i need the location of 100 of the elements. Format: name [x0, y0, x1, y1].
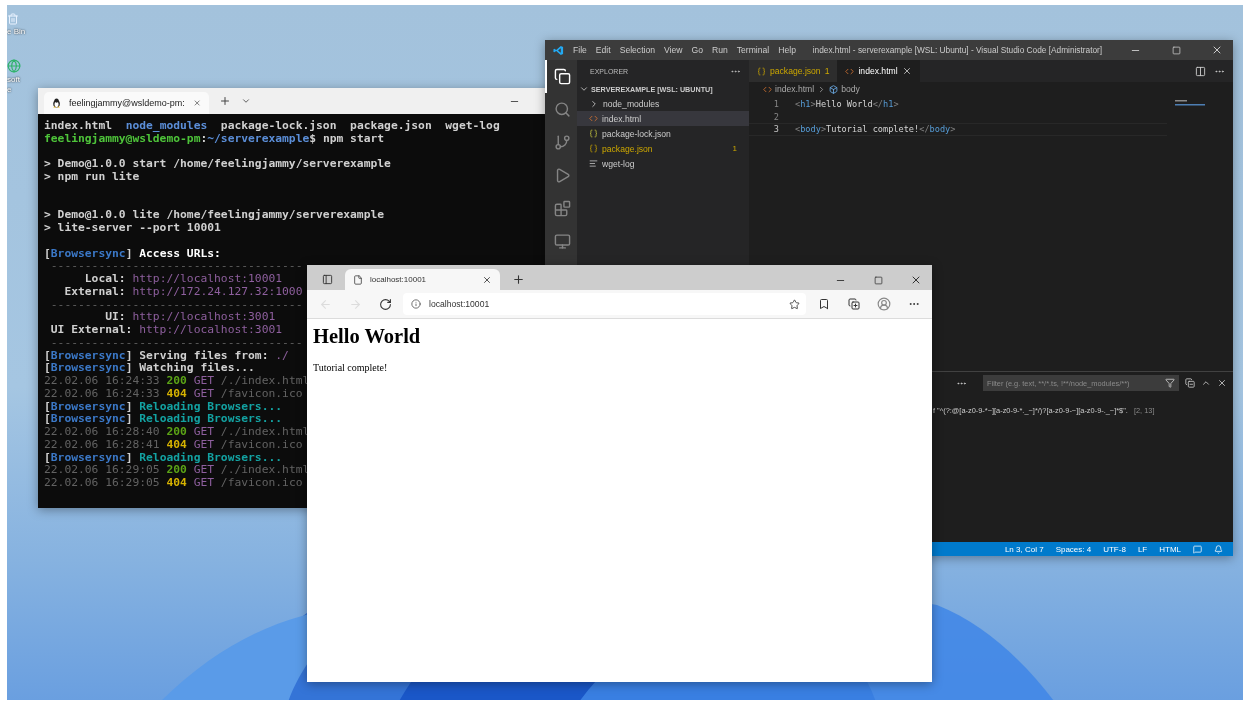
- close-icon[interactable]: [482, 274, 492, 285]
- status-item[interactable]: LF: [1137, 544, 1148, 554]
- maximize-icon: [1171, 45, 1181, 55]
- address-field[interactable]: localhost:10001: [429, 299, 781, 309]
- status-item[interactable]: HTML: [1159, 544, 1181, 554]
- chevron-down-icon: [579, 84, 589, 94]
- breadcrumb-item[interactable]: body: [841, 84, 860, 94]
- line-number: 3: [772, 124, 779, 135]
- monitor-icon: [553, 233, 571, 250]
- close-icon[interactable]: [1217, 378, 1227, 388]
- terminal-tab-title: feelingjammy@wsldemo-pm:: [69, 98, 185, 108]
- close-icon[interactable]: [901, 66, 912, 76]
- browser-tab[interactable]: localhost:10001: [345, 269, 500, 290]
- feedback-icon[interactable]: [1193, 544, 1202, 554]
- terminal-line: -------------------------------------: [49, 336, 303, 350]
- line-number: 2: [772, 111, 779, 122]
- file-tree-item[interactable]: package.json 1: [577, 141, 749, 156]
- terminal-line: External: http://172.24.127.32:1000: [63, 285, 303, 299]
- avatar-icon: [877, 297, 891, 311]
- chevron-icon: [589, 98, 599, 109]
- braces-icon: [589, 129, 598, 138]
- terminal-line: 22.02.06 16:24:33 200 GET /./index.html: [44, 375, 310, 388]
- menu-item[interactable]: View: [664, 45, 683, 55]
- terminal-line: 22.02.06 16:28:40 200 GET /./index.html: [44, 426, 310, 439]
- blocks-icon: [553, 200, 571, 217]
- search-icon: [553, 101, 571, 118]
- terminal-line: [Browsersync] Reloading Browsers...: [44, 413, 283, 426]
- terminal-tab[interactable]: feelingjammy@wsldemo-pm:: [44, 92, 209, 114]
- terminal-line: -------------------------------------: [49, 260, 303, 273]
- menu-item[interactable]: Go: [691, 45, 703, 55]
- terminal-line: [Browsersync] Watching files...: [44, 362, 255, 375]
- filter-icon[interactable]: [1165, 378, 1175, 388]
- menu-item[interactable]: Edit: [595, 45, 611, 55]
- branch-icon: [553, 134, 571, 151]
- maximize-icon: [873, 275, 883, 285]
- terminal-line: 22.02.06 16:28:41 404 GET /favicon.ico: [44, 438, 303, 452]
- info-icon[interactable]: [411, 299, 421, 309]
- terminal-line: [Browsersync] Reloading Browsers...: [44, 400, 283, 413]
- file-tree-item[interactable]: wget-log: [577, 156, 749, 171]
- terminal-line: > Demo@1.0.0 start /home/feelingjammy/serverexample: [44, 158, 391, 171]
- plus-icon: [219, 95, 231, 107]
- page-icon: [353, 274, 363, 285]
- code-icon: [589, 114, 598, 123]
- back-icon: [318, 297, 332, 311]
- split-editor-icon[interactable]: [1195, 65, 1206, 77]
- terminal-line: [Browsersync] Serving files from: ./: [44, 349, 289, 362]
- window-title: index.html - serverexample [WSL: Ubuntu] - Visual Studio Code [Administrator]: [811, 45, 1104, 55]
- code-icon: [763, 84, 772, 94]
- braces-icon: [589, 144, 598, 153]
- braces-icon: [757, 66, 766, 76]
- line-number: 1: [772, 99, 779, 110]
- terminal-line: > lite-server --port 10001: [44, 222, 221, 235]
- status-item[interactable]: UTF-8: [1103, 544, 1126, 554]
- terminal-line: -------------------------------------: [49, 298, 303, 312]
- terminal-line: Local: http://localhost:10001: [83, 273, 283, 286]
- terminal-line: index.html node_modules package-lock.json package.json wget-log: [44, 120, 500, 132]
- address-bar[interactable]: localhost:10001: [403, 293, 806, 315]
- page-text: Tutorial complete!: [313, 362, 389, 373]
- page-heading: Hello World: [313, 325, 422, 348]
- terminal-line: 22.02.06 16:29:05 404 GET /favicon.ico: [44, 477, 303, 490]
- status-item[interactable]: Ln 3, Col 7: [1004, 544, 1044, 554]
- close-icon: [1211, 44, 1223, 56]
- terminal-line: > npm run lite: [44, 171, 140, 184]
- reload-icon: [378, 297, 392, 311]
- chevron-up-icon[interactable]: [1201, 378, 1211, 388]
- chevron-down-icon: [241, 96, 251, 106]
- file-tree-item[interactable]: package-lock.json: [577, 126, 749, 141]
- terminal-line: UI External: http://localhost:3001: [49, 324, 283, 337]
- terminal-line: 22.02.06 16:29:05 200 GET /./index.html: [44, 464, 310, 477]
- editor-tab[interactable]: index.html: [837, 60, 920, 82]
- app-logo-icon: [553, 44, 564, 56]
- editor-tab[interactable]: package.json 1: [749, 60, 838, 82]
- bell-icon[interactable]: [1214, 544, 1223, 554]
- menu-item[interactable]: Terminal: [736, 45, 770, 55]
- menu-item[interactable]: Help: [778, 45, 796, 55]
- terminal-line: > Demo@1.0.0 lite /home/feelingjammy/serverexample: [44, 209, 385, 222]
- terminal-line: feelingjammy@wsldemo-pm:~/serverexample$ npm start: [44, 132, 385, 146]
- lines-icon: [589, 159, 598, 168]
- file-tree-item[interactable]: index.html: [577, 111, 749, 126]
- cube-icon: [829, 84, 839, 94]
- terminal-line: [Browsersync] Reloading Browsers...: [44, 451, 283, 465]
- collapse-all-icon[interactable]: [1185, 378, 1195, 388]
- status-item[interactable]: Spaces: 4: [1055, 544, 1092, 554]
- bookmark-icon: [818, 298, 830, 310]
- code-line: <h1>Hello World</h1>: [795, 99, 899, 110]
- menu-item[interactable]: Selection: [619, 45, 656, 55]
- plus-icon: [511, 272, 525, 286]
- star-icon[interactable]: [789, 298, 800, 310]
- menu-item[interactable]: Run: [712, 45, 728, 55]
- code-line: <body>Tutorial complete!</body>: [795, 124, 956, 135]
- tab-title: localhost:10001: [370, 275, 428, 284]
- breadcrumb-item[interactable]: index.html: [775, 84, 815, 94]
- file-tree-item[interactable]: node_modules: [577, 96, 749, 111]
- panel-icon: [321, 273, 333, 285]
- terminal-line: [Browsersync] Access URLs:: [44, 247, 221, 261]
- menu-item[interactable]: File: [573, 45, 587, 55]
- code-icon: [845, 66, 855, 76]
- collections-icon: [848, 298, 860, 310]
- terminal-line: 22.02.06 16:24:33 404 GET /favicon.ico: [44, 387, 303, 401]
- forward-icon: [348, 297, 362, 311]
